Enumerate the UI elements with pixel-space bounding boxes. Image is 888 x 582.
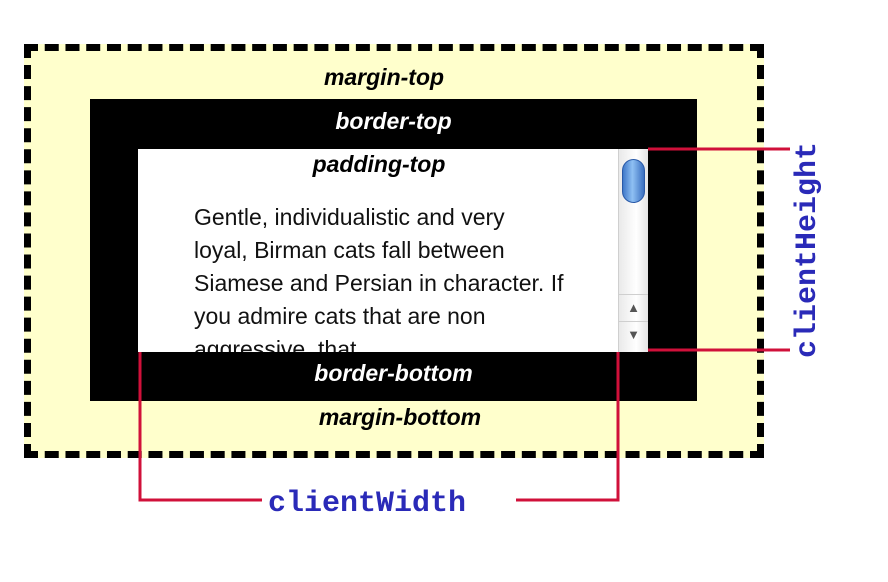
client-width-label: clientWidth [268,487,467,521]
client-width-bracket-left [138,352,262,502]
client-width-bracket-right [516,352,620,502]
client-height-label: clientHeight [791,141,825,359]
